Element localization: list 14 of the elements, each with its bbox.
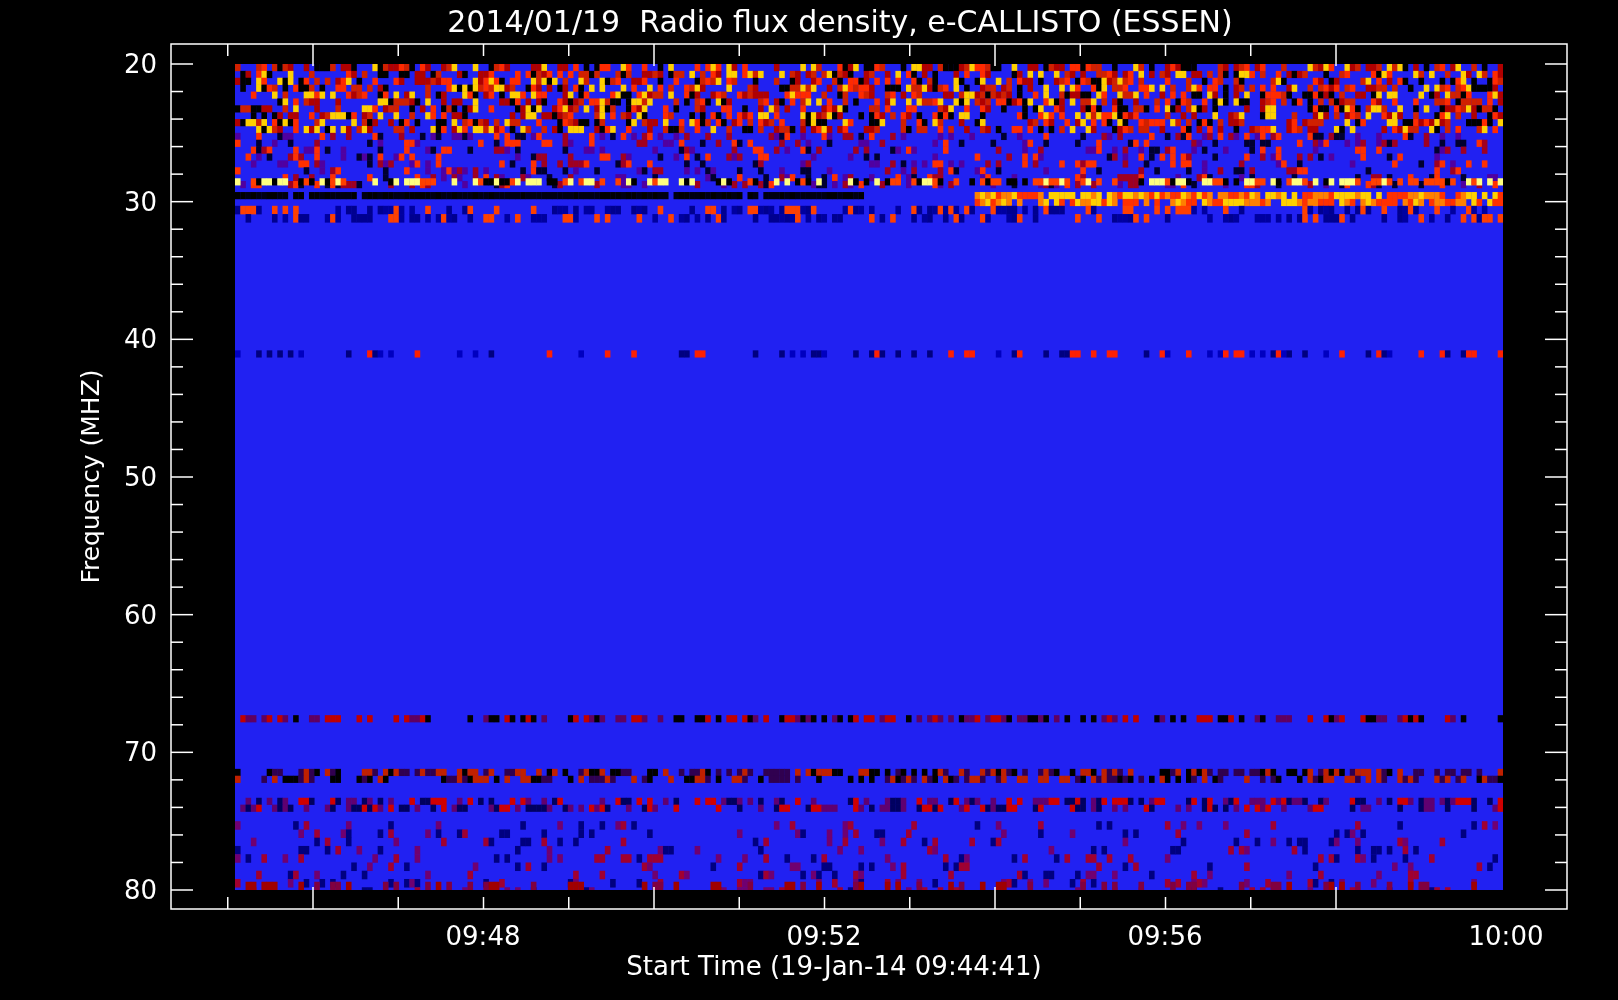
- chart-title: 2014/01/19 Radio flux density, e-CALLISTO (ESSEN): [446, 6, 1233, 37]
- y-axis-label: Frequency (MHZ): [77, 369, 103, 584]
- y-tick-label: 50: [123, 461, 157, 492]
- y-tick-label: 30: [123, 186, 157, 217]
- y-tick-label: 20: [123, 49, 157, 79]
- x-tick-label: 10:00: [1467, 921, 1545, 951]
- y-tick-label: 40: [123, 324, 157, 355]
- x-tick-label: 09:48: [444, 921, 522, 951]
- x-tick-label: 09:52: [785, 921, 863, 951]
- y-tick-label: 80: [123, 874, 157, 905]
- x-tick-label: 09:56: [1126, 921, 1204, 951]
- x-axis-label: Start Time (19-Jan-14 09:44:41): [626, 951, 1042, 981]
- y-tick-label: 70: [123, 737, 157, 768]
- y-tick-label: 60: [123, 599, 157, 630]
